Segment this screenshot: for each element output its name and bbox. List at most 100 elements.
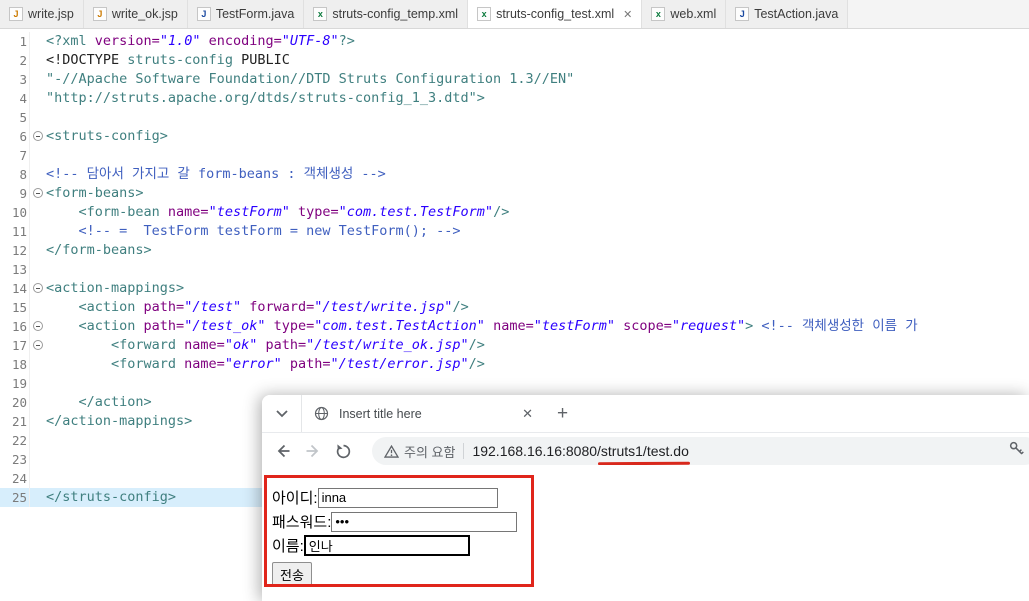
code-line-9[interactable]: 9 <form-beans>: [0, 184, 1029, 203]
reload-button[interactable]: [334, 442, 352, 460]
fold-gutter: [29, 70, 46, 89]
tab-search-button[interactable]: [269, 401, 295, 427]
tab-close-icon[interactable]: ✕: [522, 406, 533, 422]
editor-tab-struts-config_test.xml[interactable]: x struts-config_test.xml ✕: [468, 0, 643, 28]
line-number: 15: [11, 300, 27, 315]
line-number: 3: [19, 72, 27, 87]
code-line-19[interactable]: 19: [0, 374, 1029, 393]
editor-tab-struts-config_temp.xml[interactable]: x struts-config_temp.xml: [304, 0, 469, 28]
code-text: <!-- 담아서 가지고 갈 form-beans : 객체생성 -->: [46, 166, 386, 182]
collapse-icon[interactable]: [33, 283, 43, 293]
fold-gutter: [29, 51, 46, 70]
fold-gutter: [29, 488, 46, 507]
name-label: 이름:: [272, 538, 304, 555]
code-line-1[interactable]: 1 <?xml version="1.0" encoding="UTF-8"?>: [0, 32, 1029, 51]
form-row-password: 패스워드:: [272, 511, 1029, 532]
code-line-2[interactable]: 2 <!DOCTYPE struts-config PUBLIC: [0, 51, 1029, 70]
line-number: 16: [11, 319, 27, 334]
fold-gutter: [29, 469, 46, 488]
code-line-18[interactable]: 18 <forward name="error" path="/test/err…: [0, 355, 1029, 374]
tab-label: struts-config_test.xml: [496, 7, 615, 21]
browser-window: Insert title here ✕ + 주의 요함 192.168.16.1…: [262, 395, 1029, 601]
browser-tab[interactable]: Insert title here ✕: [301, 395, 543, 432]
site-security-chip[interactable]: 주의 요함: [384, 442, 455, 461]
tab-label: web.xml: [670, 7, 717, 21]
code-line-3[interactable]: 3 "-//Apache Software Foundation//DTD Str…: [0, 70, 1029, 89]
file-icon-jsp: J: [92, 7, 107, 21]
back-arrow-icon: [277, 444, 290, 458]
editor-tab-TestForm.java[interactable]: J TestForm.java: [187, 0, 305, 28]
line-number: 12: [11, 243, 27, 258]
fold-marker[interactable]: [29, 336, 46, 355]
file-icon-xml: x: [651, 7, 666, 21]
url-red-underline: struts1/test.do: [600, 443, 689, 459]
editor-tab-web.xml[interactable]: x web.xml: [642, 0, 727, 28]
address-bar[interactable]: 주의 요함 192.168.16.16:8080/struts1/test.do: [372, 437, 1029, 465]
file-icon-jsp: J: [9, 7, 23, 21]
code-line-7[interactable]: 7: [0, 146, 1029, 165]
code-text: </action>: [46, 394, 152, 410]
editor-tab-write_ok.jsp[interactable]: Jwrite_ok.jsp: [83, 0, 188, 28]
fold-gutter: [29, 89, 46, 108]
id-input[interactable]: [317, 487, 498, 508]
tab-label: struts-config_temp.xml: [332, 7, 459, 21]
code-line-15[interactable]: 15 <action path="/test" forward="/test/w…: [0, 298, 1029, 317]
collapse-icon[interactable]: [33, 188, 43, 198]
tab-label: write.jsp: [28, 7, 74, 21]
new-tab-button[interactable]: +: [557, 404, 568, 423]
fold-gutter: [29, 431, 46, 450]
code-line-17[interactable]: 17 <forward name="ok" path="/test/write_…: [0, 336, 1029, 355]
code-text: <!-- = TestForm testForm = new TestForm(…: [46, 223, 461, 239]
forward-arrow-icon: [306, 444, 319, 458]
line-number: 13: [11, 262, 27, 277]
tab-label: TestForm.java: [215, 7, 295, 21]
code-line-11[interactable]: 11 <!-- = TestForm testForm = new TestFo…: [0, 222, 1029, 241]
code-text: "-//Apache Software Foundation//DTD Stru…: [46, 71, 575, 87]
globe-icon: [314, 406, 329, 421]
code-line-5[interactable]: 5: [0, 108, 1029, 127]
editor-tab-TestAction.java[interactable]: J TestAction.java: [726, 0, 849, 28]
code-line-16[interactable]: 16 <action path="/test_ok" type="com.tes…: [0, 317, 1029, 336]
code-text: <action path="/test_ok" type="com.test.T…: [46, 318, 918, 334]
code-text: <!DOCTYPE struts-config PUBLIC: [46, 52, 290, 68]
collapse-icon[interactable]: [33, 321, 43, 331]
code-line-12[interactable]: 12 </form-beans>: [0, 241, 1029, 260]
line-number: 11: [11, 224, 27, 239]
code-line-10[interactable]: 10 <form-bean name="testForm" type="com.…: [0, 203, 1029, 222]
code-line-14[interactable]: 14 <action-mappings>: [0, 279, 1029, 298]
code-text: <form-bean name="testForm" type="com.tes…: [46, 204, 510, 220]
fold-gutter: [29, 165, 46, 184]
code-text: "http://struts.apache.org/dtds/struts-co…: [46, 90, 485, 106]
tab-close-icon[interactable]: ✕: [623, 8, 632, 21]
code-line-4[interactable]: 4 "http://struts.apache.org/dtds/struts-c…: [0, 89, 1029, 108]
file-icon-java: J: [196, 7, 211, 21]
submit-button[interactable]: 전송: [272, 562, 312, 587]
fold-marker[interactable]: [29, 317, 46, 336]
fold-marker[interactable]: [29, 127, 46, 146]
line-number: 9: [19, 186, 27, 201]
code-line-8[interactable]: 8 <!-- 담아서 가지고 갈 form-beans : 객체생성 -->: [0, 165, 1029, 184]
code-text: </struts-config>: [46, 489, 177, 505]
fold-gutter: [29, 146, 46, 165]
tab-label: TestAction.java: [754, 7, 839, 21]
line-number: 17: [11, 338, 27, 353]
code-text: <forward name="ok" path="/test/write_ok.…: [46, 337, 485, 353]
back-button[interactable]: [274, 442, 292, 460]
editor-tab-write.jsp[interactable]: Jwrite.jsp: [0, 0, 84, 28]
code-line-6[interactable]: 6 <struts-config>: [0, 127, 1029, 146]
password-input[interactable]: [331, 511, 518, 532]
forward-button[interactable]: [304, 442, 322, 460]
line-number: 8: [19, 167, 27, 182]
name-input[interactable]: [303, 535, 470, 556]
password-key-icon[interactable]: [1008, 440, 1025, 462]
collapse-icon[interactable]: [33, 131, 43, 141]
fold-gutter: [29, 374, 46, 393]
collapse-icon[interactable]: [33, 340, 43, 350]
fold-marker[interactable]: [29, 279, 46, 298]
fold-gutter: [29, 412, 46, 431]
code-text: <action-mappings>: [46, 280, 185, 296]
fold-gutter: [29, 355, 46, 374]
url-text: 192.168.16.16:8080/struts1/test.do: [472, 443, 689, 459]
fold-marker[interactable]: [29, 184, 46, 203]
code-line-13[interactable]: 13: [0, 260, 1029, 279]
